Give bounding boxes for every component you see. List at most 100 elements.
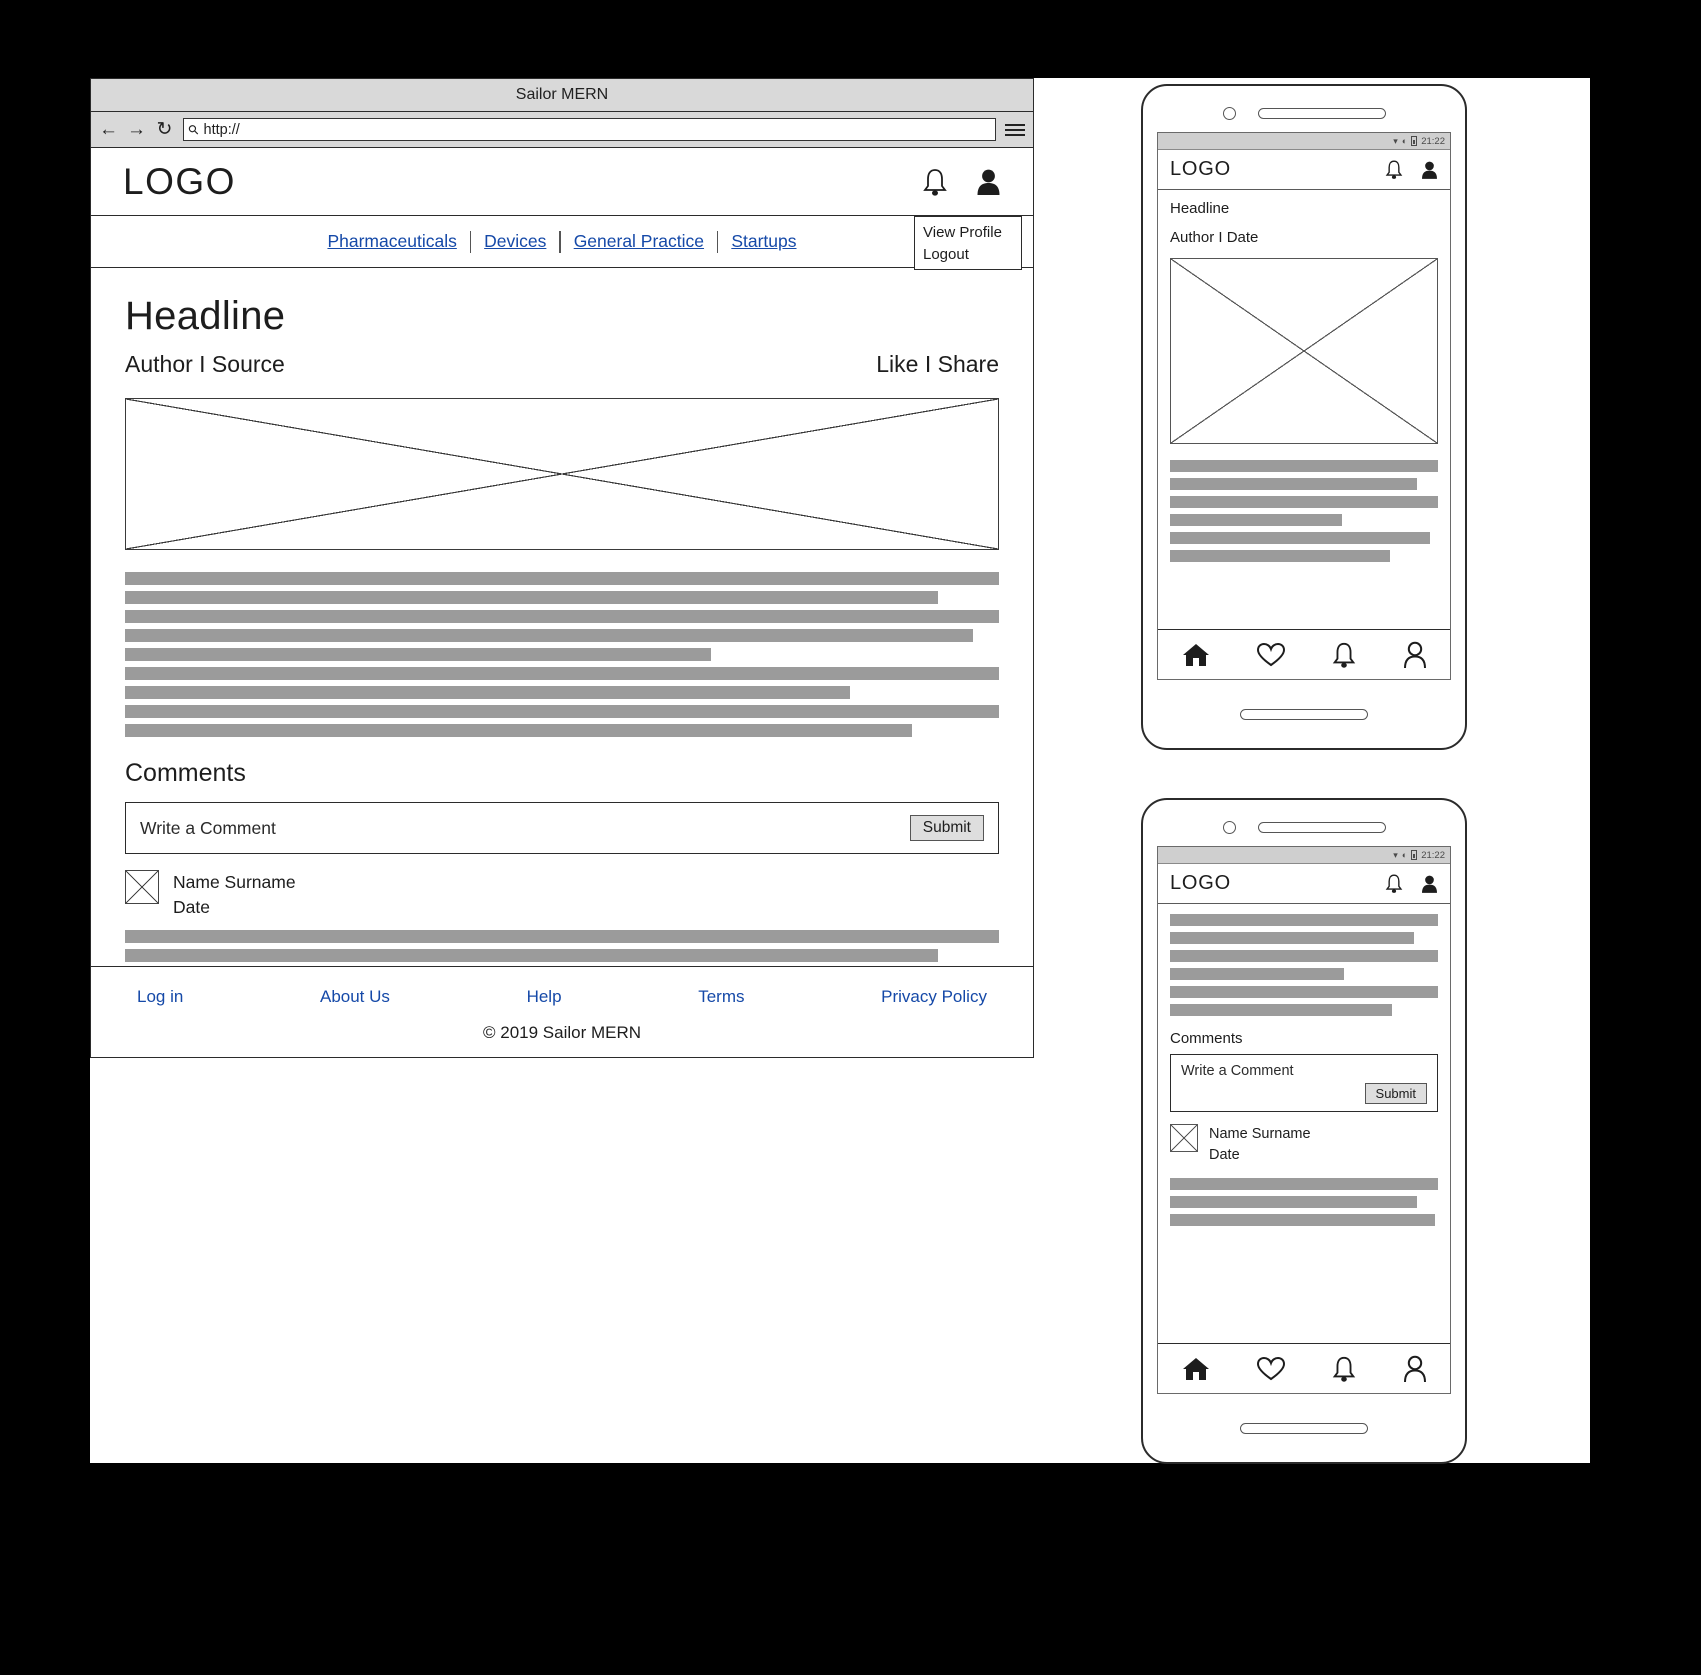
text-bar: [125, 686, 851, 699]
wifi-icon: ▾: [1393, 135, 1398, 146]
front-camera-icon: [1222, 106, 1236, 120]
earpiece-speaker: [1257, 107, 1386, 119]
article-headline: Headline: [125, 294, 286, 338]
footer-link-terms[interactable]: Terms: [698, 987, 744, 1007]
comment-list-item: Name Surname Date: [125, 870, 999, 920]
footer-link-privacy-policy[interactable]: Privacy Policy: [881, 987, 987, 1007]
article-byline-row: Author I Source Like I Share: [125, 351, 999, 378]
text-bar: [1170, 514, 1342, 526]
status-clock: 21:22: [1421, 135, 1445, 147]
phone-comment-body-placeholder: [1170, 1178, 1438, 1227]
phone-text-placeholder: [1170, 914, 1438, 1016]
text-bar: [1170, 1214, 1436, 1227]
site-header: LOGO: [91, 148, 1033, 216]
tab-bell-icon[interactable]: [1331, 641, 1357, 669]
text-bar: [125, 610, 999, 623]
battery-icon: [1411, 850, 1418, 860]
phone-header-icon-group: [1385, 159, 1438, 180]
text-bar: [1170, 914, 1438, 926]
status-clock: 21:22: [1421, 849, 1445, 861]
phone-screen: ▾ ◐ 21:22 LOGO Comments Write a Comment …: [1157, 846, 1451, 1394]
menu-item-logout[interactable]: Logout: [923, 244, 1021, 266]
notification-bell-icon[interactable]: [922, 167, 948, 197]
hamburger-menu-icon[interactable]: [1005, 123, 1025, 136]
phone-bottom-bezel: [1143, 1394, 1465, 1462]
comment-body-placeholder: [125, 929, 999, 962]
phone-submit-comment-button[interactable]: Submit: [1364, 1083, 1427, 1104]
phone-submit-row: Submit: [1181, 1083, 1427, 1104]
user-profile-icon[interactable]: [976, 168, 1001, 196]
header-icon-group: [922, 167, 1001, 197]
back-arrow-icon[interactable]: ←: [99, 120, 118, 139]
battery-icon: [1411, 136, 1418, 146]
comment-input-box[interactable]: Write a Comment Submit: [125, 802, 999, 854]
phone-logo[interactable]: LOGO: [1170, 158, 1231, 181]
text-bar: [125, 724, 912, 737]
phone-comments-heading: Comments: [1170, 1030, 1243, 1047]
tab-person-icon[interactable]: [1402, 641, 1428, 669]
submit-comment-button[interactable]: Submit: [909, 815, 984, 841]
browser-title-bar: Sailor MERN: [91, 79, 1033, 112]
text-bar: [125, 572, 999, 585]
footer-link-help[interactable]: Help: [527, 987, 562, 1007]
front-camera-icon: [1222, 820, 1236, 834]
text-bar: [125, 591, 938, 604]
phone-header-icon-group: [1385, 873, 1438, 894]
nav-link-pharmaceuticals[interactable]: Pharmaceuticals: [314, 231, 469, 252]
menu-item-view-profile[interactable]: View Profile: [923, 222, 1021, 244]
nav-link-general-practice[interactable]: General Practice: [561, 231, 717, 252]
search-icon: ⚲: [184, 120, 203, 138]
text-bar: [1170, 968, 1345, 980]
home-indicator: [1240, 1422, 1368, 1434]
text-bar: [1170, 932, 1414, 944]
phone-comment-input-box[interactable]: Write a Comment Submit: [1170, 1054, 1438, 1112]
footer-link-about-us[interactable]: About Us: [320, 987, 390, 1007]
profile-dropdown-menu: View Profile Logout: [914, 216, 1022, 270]
text-bar: [1170, 532, 1430, 544]
nav-link-devices[interactable]: Devices: [471, 231, 559, 252]
footer-link-login[interactable]: Log in: [137, 987, 183, 1007]
text-bar: [1170, 496, 1438, 508]
phone-status-bar: ▾ ◐ 21:22: [1158, 133, 1450, 150]
phone-mockup-article: ▾ ◐ 21:22 LOGO Headline Author I Date: [1141, 84, 1467, 750]
phone-comment-author-name: Name Surname: [1209, 1126, 1311, 1142]
phone-status-bar: ▾ ◐ 21:22: [1158, 847, 1450, 864]
notification-bell-icon[interactable]: [1385, 159, 1403, 180]
tab-bell-icon[interactable]: [1331, 1355, 1357, 1383]
phone-comment-meta: Name Surname Date: [1209, 1124, 1311, 1166]
tab-person-icon[interactable]: [1402, 1355, 1428, 1383]
text-bar: [1170, 1178, 1438, 1191]
text-bar: [125, 929, 999, 943]
site-logo[interactable]: LOGO: [123, 161, 236, 203]
browser-window: Sailor MERN ← → ↻ ⚲ http:// LOGO Pharmac…: [90, 78, 1034, 1058]
tab-heart-icon[interactable]: [1256, 1356, 1286, 1382]
phone-article-body: Headline Author I Date: [1158, 190, 1450, 629]
cell-signal-icon: ◐: [1401, 135, 1408, 146]
home-indicator: [1240, 708, 1368, 720]
text-bar: [125, 705, 999, 718]
notification-bell-icon[interactable]: [1385, 873, 1403, 894]
text-bar: [125, 667, 999, 680]
url-text: http://: [203, 121, 240, 138]
forward-arrow-icon[interactable]: →: [127, 120, 146, 139]
text-bar: [125, 948, 938, 962]
phone-logo[interactable]: LOGO: [1170, 872, 1231, 895]
tab-home-icon[interactable]: [1181, 642, 1211, 668]
comment-meta: Name Surname Date: [173, 870, 296, 920]
tab-home-icon[interactable]: [1181, 1356, 1211, 1382]
text-bar: [1170, 1004, 1393, 1016]
url-bar[interactable]: ⚲ http://: [183, 118, 996, 141]
reload-icon[interactable]: ↻: [155, 120, 174, 139]
tab-heart-icon[interactable]: [1256, 642, 1286, 668]
article-like-share[interactable]: Like I Share: [876, 351, 999, 378]
browser-window-title: Sailor MERN: [515, 86, 609, 103]
phone-app-header: LOGO: [1158, 150, 1450, 190]
phone-byline: Author I Date: [1170, 229, 1259, 246]
user-profile-icon[interactable]: [1421, 160, 1438, 180]
user-profile-icon[interactable]: [1421, 874, 1438, 894]
phone-comment-placeholder: Write a Comment: [1181, 1063, 1294, 1079]
comment-input-placeholder: Write a Comment: [140, 817, 276, 838]
text-bar: [1170, 478, 1417, 490]
nav-link-startups[interactable]: Startups: [718, 231, 809, 252]
phone-top-bezel: [1143, 800, 1465, 846]
